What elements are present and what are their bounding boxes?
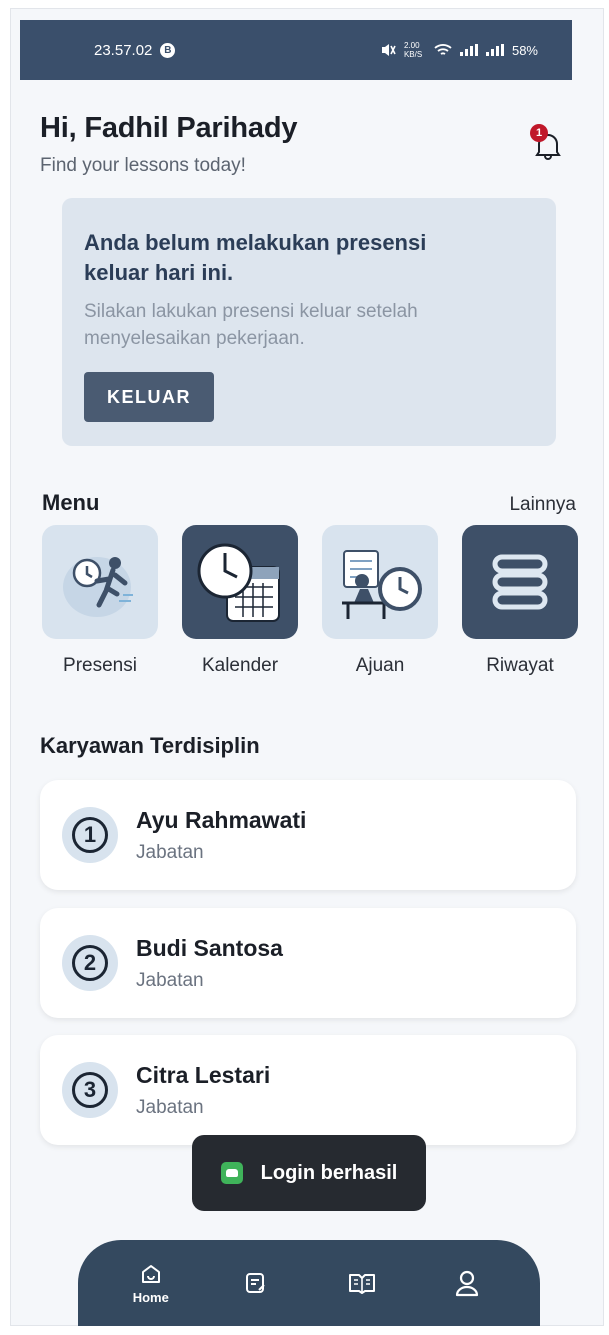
employee-card[interactable]: 1 Ayu Rahmawati Jabatan	[40, 780, 576, 890]
notification-indicator-icon: B	[160, 42, 176, 58]
menu-label-ajuan: Ajuan	[355, 655, 405, 676]
menu-label-presensi: Presensi	[63, 655, 137, 676]
status-time: 23.57.02	[94, 41, 153, 59]
employee-name: Citra Lestari	[136, 1061, 271, 1088]
menu-item-riwayat[interactable]: Riwayat	[460, 525, 580, 677]
signal-icon-2	[485, 44, 504, 56]
employee-name: Ayu Rahmawati	[136, 806, 307, 833]
signal-icon	[459, 44, 478, 56]
nav-home[interactable]: Home	[116, 1262, 186, 1305]
reminder-message: Silakan lakukan presensi keluar setelah …	[84, 301, 418, 349]
status-bar: 23.57.02 B 2.00 KB/S 58%	[20, 20, 572, 80]
calendar-clock-icon	[182, 525, 298, 639]
notification-badge: 1	[530, 124, 548, 142]
notification-button[interactable]: 1	[530, 124, 561, 160]
rank-badge: 2	[62, 935, 118, 991]
app-icon	[220, 1162, 243, 1184]
greeting-subtitle: Find your lessons today!	[40, 155, 246, 176]
greeting-title: Hi, Fadhil Parihady	[40, 112, 298, 144]
nav-notes[interactable]	[221, 1270, 291, 1296]
menu-title: Menu	[42, 490, 100, 515]
menu-header: Menu Lainnya	[42, 490, 576, 516]
employee-position: Jabatan	[136, 969, 204, 991]
desk-clock-icon	[322, 525, 438, 639]
rank-number: 3	[72, 1072, 108, 1108]
greeting-block: Hi, Fadhil Parihady Find your lessons to…	[40, 112, 297, 177]
employee-card[interactable]: 2 Budi Santosa Jabatan	[40, 908, 576, 1018]
rank-number: 1	[72, 817, 108, 853]
employee-position: Jabatan	[136, 841, 204, 863]
employee-card[interactable]: 3 Citra Lestari Jabatan	[40, 1035, 576, 1145]
menu-label-riwayat: Riwayat	[486, 655, 554, 676]
employee-position: Jabatan	[136, 1096, 204, 1118]
rank-number: 2	[72, 945, 108, 981]
menu-item-presensi[interactable]: Presensi	[40, 525, 160, 677]
battery-percent: 58%	[511, 42, 538, 58]
nav-home-label: Home	[132, 1289, 169, 1305]
rank-badge: 3	[62, 1062, 118, 1118]
menu-more-link[interactable]: Lainnya	[509, 494, 576, 516]
user-icon	[456, 1270, 479, 1297]
checkout-button[interactable]: KELUAR	[84, 372, 214, 422]
stack-icon	[462, 525, 578, 639]
employee-name: Budi Santosa	[136, 934, 283, 961]
menu-grid: Presensi Kalender Ajuan Riwayat	[40, 525, 580, 677]
wifi-icon	[434, 44, 452, 55]
menu-label-kalender: Kalender	[201, 655, 279, 676]
net-speed: 2.00 KB/S	[403, 41, 423, 59]
home-icon	[141, 1264, 160, 1283]
toast-message: Login berhasil	[260, 1161, 398, 1184]
notes-icon	[246, 1273, 265, 1293]
nav-profile[interactable]	[432, 1269, 502, 1297]
bottom-navigation: Home	[78, 1240, 540, 1326]
section-title-top-employees: Karyawan Terdisiplin	[40, 733, 260, 758]
mute-icon	[381, 44, 396, 56]
reminder-title: Anda belum melakukan presensi keluar har…	[84, 230, 427, 285]
toast-notification: Login berhasil	[192, 1135, 426, 1211]
running-clock-icon	[42, 525, 158, 639]
menu-item-kalender[interactable]: Kalender	[180, 525, 300, 677]
nav-book[interactable]	[327, 1270, 397, 1296]
rank-badge: 1	[62, 807, 118, 863]
checkout-reminder-card: Anda belum melakukan presensi keluar har…	[62, 198, 556, 446]
menu-item-ajuan[interactable]: Ajuan	[320, 525, 440, 677]
book-icon	[348, 1274, 375, 1294]
